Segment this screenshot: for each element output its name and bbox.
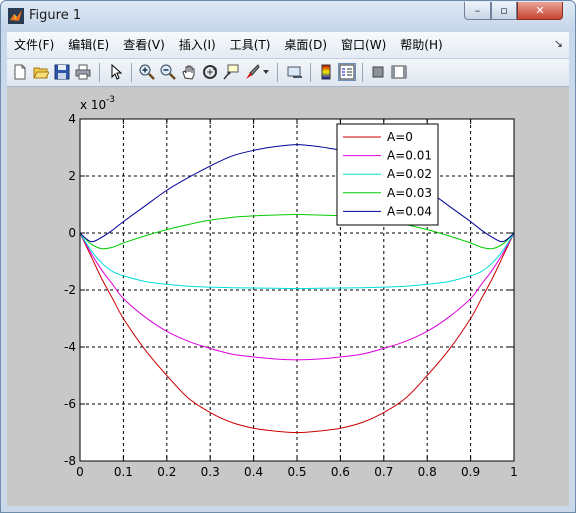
y-tick-label: -8 <box>64 454 76 468</box>
hide-plot-tools-button[interactable] <box>369 63 387 81</box>
toolbar-separator <box>277 63 278 82</box>
link-plot-icon <box>287 66 302 78</box>
maximize-icon: ▫ <box>500 4 508 17</box>
brush-button[interactable] <box>243 63 261 81</box>
x-tick-label: 0.8 <box>418 465 437 479</box>
maximize-button[interactable]: ▫ <box>491 2 517 20</box>
toolbar-separator <box>131 63 132 82</box>
figure-toolbar <box>7 59 569 87</box>
brush-dropdown[interactable] <box>261 63 271 81</box>
menu-view[interactable]: 查看(V) <box>116 35 172 55</box>
x-tick-label: 0.5 <box>287 465 306 479</box>
title-bar[interactable]: Figure 1 – ▫ ✕ <box>1 1 575 31</box>
rotate-3d-button[interactable] <box>201 63 219 81</box>
y-tick-label: -2 <box>64 283 76 297</box>
insert-colorbar-icon <box>321 64 331 80</box>
pan-hand-icon <box>182 65 195 80</box>
brush-icon <box>246 64 260 79</box>
y-exponent-power: -3 <box>106 95 115 105</box>
show-plot-tools-icon <box>391 65 407 79</box>
zoom-in-icon <box>139 64 155 80</box>
data-cursor-icon <box>223 64 239 80</box>
close-button[interactable]: ✕ <box>517 2 563 20</box>
zoom-in-button[interactable] <box>138 63 156 81</box>
new-figure-icon <box>14 64 26 80</box>
menu-tools[interactable]: 工具(T) <box>223 35 278 55</box>
matlab-logo-icon <box>8 8 24 24</box>
y-exponent-label: x 10 <box>80 98 106 112</box>
minimize-button[interactable]: – <box>464 2 491 20</box>
menu-edit[interactable]: 编辑(E) <box>61 35 116 55</box>
save-button[interactable] <box>53 63 71 81</box>
toolbar-separator <box>362 63 363 82</box>
x-tick-label: 0.3 <box>201 465 220 479</box>
print-button[interactable] <box>74 63 92 81</box>
y-tick-label: 0 <box>68 226 76 240</box>
menu-bar: 文件(F) 编辑(E) 查看(V) 插入(I) 工具(T) 桌面(D) 窗口(W… <box>7 32 569 59</box>
zoom-out-icon <box>160 64 176 80</box>
x-tick-label: 0.7 <box>374 465 393 479</box>
legend-label: A=0.04 <box>387 204 432 218</box>
open-file-button[interactable] <box>32 63 50 81</box>
open-file-icon <box>33 67 49 79</box>
legend-label: A=0.01 <box>387 149 432 163</box>
legend-label: A=0 <box>387 130 413 144</box>
legend-label: A=0.03 <box>387 186 432 200</box>
print-icon <box>75 64 91 80</box>
x-tick-label: 0.4 <box>244 465 263 479</box>
hide-plot-tools-icon <box>372 66 384 78</box>
menu-window[interactable]: 窗口(W) <box>334 35 393 55</box>
y-tick-label: 2 <box>68 169 76 183</box>
show-plot-tools-button[interactable] <box>390 63 408 81</box>
x-tick-label: 0.6 <box>331 465 350 479</box>
y-tick-label: -6 <box>64 397 76 411</box>
toolbar-separator <box>310 63 311 82</box>
toolbar-separator <box>99 63 100 82</box>
rotate-3d-icon <box>203 65 217 79</box>
line-plot[interactable]: 0 0.1 0.2 0.3 0.4 0.5 0.6 0.7 0.8 0.9 1 4 2 0 -2 -4 -6 -8… <box>7 87 569 506</box>
menu-insert[interactable]: 插入(I) <box>172 35 223 55</box>
save-icon <box>54 64 70 80</box>
x-tick-label: 0.9 <box>461 465 480 479</box>
legend[interactable]: A=0 A=0.01 A=0.02 A=0.03 A=0.04 <box>336 123 439 226</box>
insert-legend-icon <box>339 64 355 80</box>
menu-file[interactable]: 文件(F) <box>7 35 61 55</box>
figure-window: Figure 1 – ▫ ✕ 文件(F) 编辑(E) 查看(V) 插入(I) 工… <box>0 0 576 513</box>
legend-label: A=0.02 <box>387 167 432 181</box>
edit-plot-arrow-icon <box>111 64 123 80</box>
insert-colorbar-button[interactable] <box>317 63 335 81</box>
pan-button[interactable] <box>180 63 198 81</box>
figure-canvas: 0 0.1 0.2 0.3 0.4 0.5 0.6 0.7 0.8 0.9 1 4 2 0 -2 -4 -6 -8… <box>7 87 569 506</box>
data-cursor-button[interactable] <box>222 63 240 81</box>
x-tick-label: 0.2 <box>157 465 176 479</box>
chevron-down-icon <box>263 70 269 74</box>
x-tick-label: 1 <box>510 465 518 479</box>
x-tick-label: 0.1 <box>114 465 133 479</box>
edit-plot-button[interactable] <box>107 63 125 81</box>
window-title: Figure 1 <box>29 8 82 23</box>
y-tick-label: 4 <box>68 112 76 126</box>
link-plot-button[interactable] <box>286 63 304 81</box>
x-tick-label: 0 <box>76 465 84 479</box>
minimize-icon: – <box>474 4 481 17</box>
new-figure-button[interactable] <box>11 63 29 81</box>
menu-desktop[interactable]: 桌面(D) <box>277 35 334 55</box>
insert-legend-button[interactable] <box>338 63 356 81</box>
y-tick-label: -4 <box>64 340 76 354</box>
close-icon: ✕ <box>535 4 545 17</box>
zoom-out-button[interactable] <box>159 63 177 81</box>
menu-help[interactable]: 帮助(H) <box>393 35 449 55</box>
menubar-overflow-icon[interactable]: ↘ <box>554 37 563 50</box>
